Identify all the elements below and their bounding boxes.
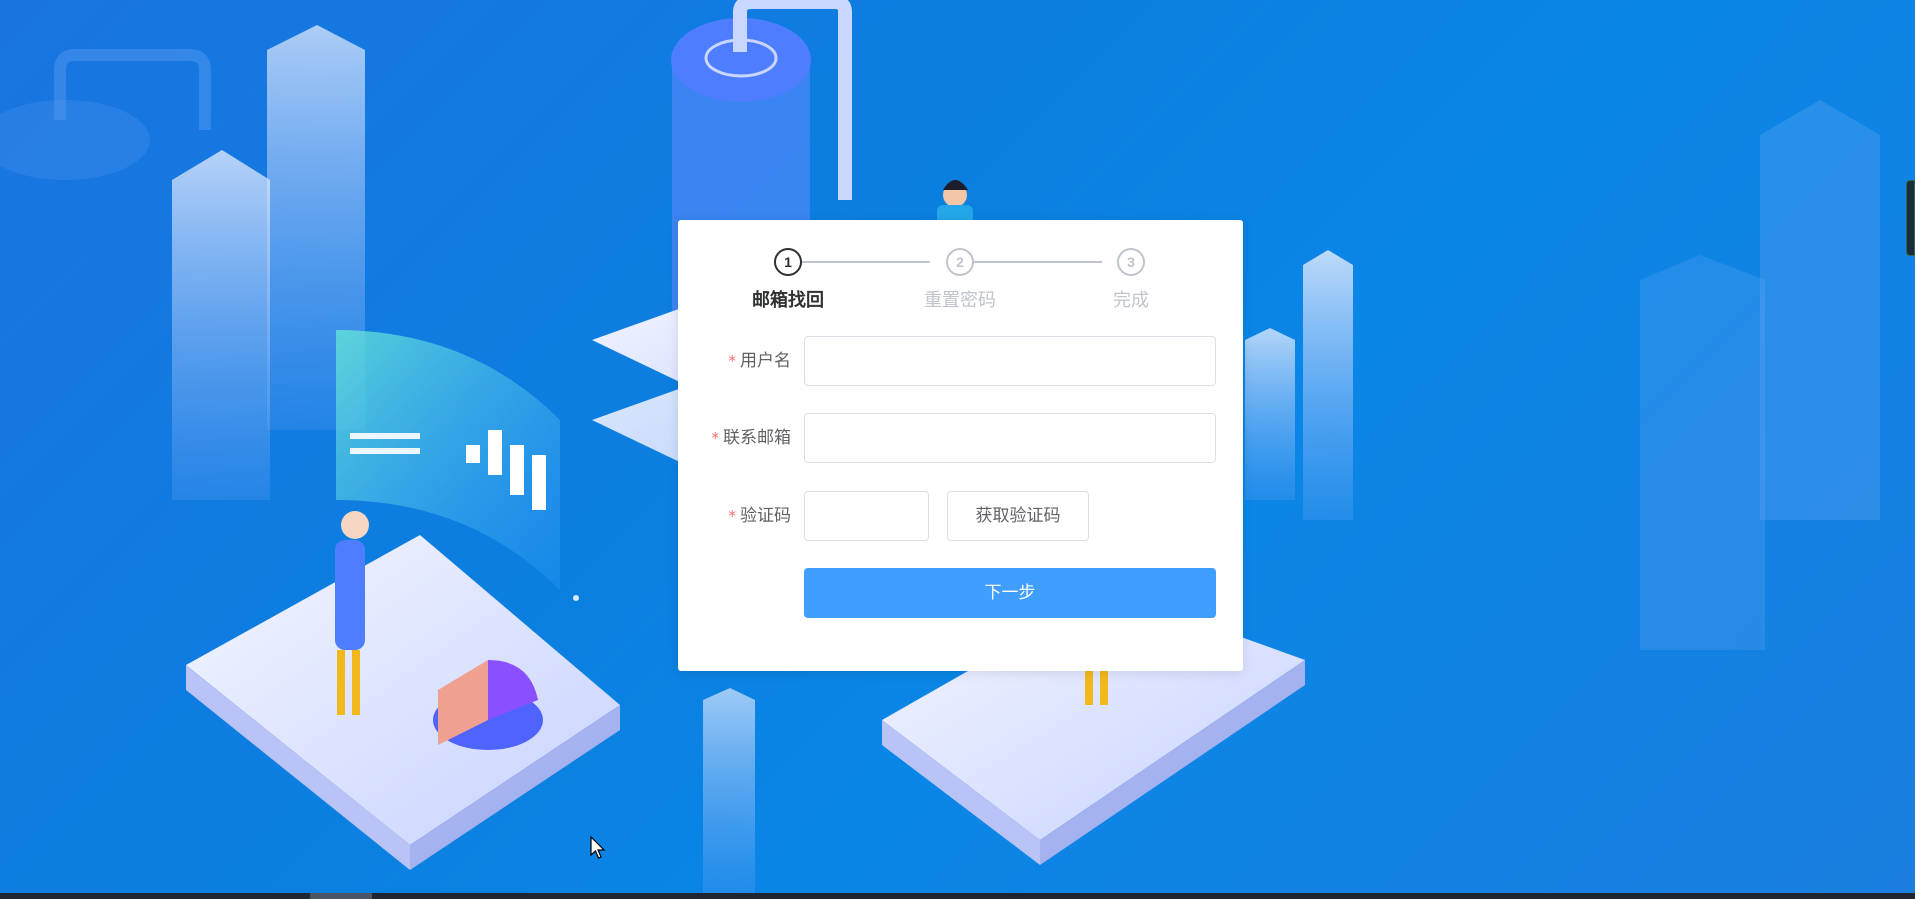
side-widget[interactable] (1906, 180, 1915, 256)
email-row: * 联系邮箱 (678, 413, 1243, 463)
steps-progress: 1 邮箱找回 2 重置密码 3 完成 (678, 220, 1243, 320)
step-1-label: 邮箱找回 (752, 290, 824, 311)
step-2-icon: 2 (946, 248, 974, 276)
code-input[interactable] (804, 491, 929, 541)
next-step-button[interactable]: 下一步 (804, 568, 1216, 618)
step-connector (960, 261, 1102, 263)
mouse-cursor-icon (590, 836, 606, 859)
taskbar (0, 893, 1915, 899)
email-input[interactable] (804, 413, 1216, 463)
step-1-icon: 1 (774, 248, 802, 276)
required-mark: * (711, 429, 720, 447)
username-input[interactable] (804, 336, 1216, 386)
email-label: * 联系邮箱 (711, 428, 792, 448)
step-connector (788, 261, 930, 263)
username-label: * 用户名 (728, 351, 792, 371)
username-row: * 用户名 (678, 336, 1243, 386)
step-3-label: 完成 (1113, 290, 1149, 311)
required-mark: * (728, 352, 737, 370)
recovery-card: 1 邮箱找回 2 重置密码 3 完成 * 用户名 * 联系邮箱 * 验证码 获取验证码… (678, 220, 1243, 671)
step-3-icon: 3 (1117, 248, 1145, 276)
code-row: * 验证码 获取验证码 (678, 491, 1243, 541)
get-code-button[interactable]: 获取验证码 (947, 491, 1089, 541)
taskbar-tab[interactable] (310, 893, 372, 899)
required-mark: * (728, 507, 737, 525)
step-2-label: 重置密码 (924, 290, 996, 311)
code-label: * 验证码 (728, 506, 792, 526)
